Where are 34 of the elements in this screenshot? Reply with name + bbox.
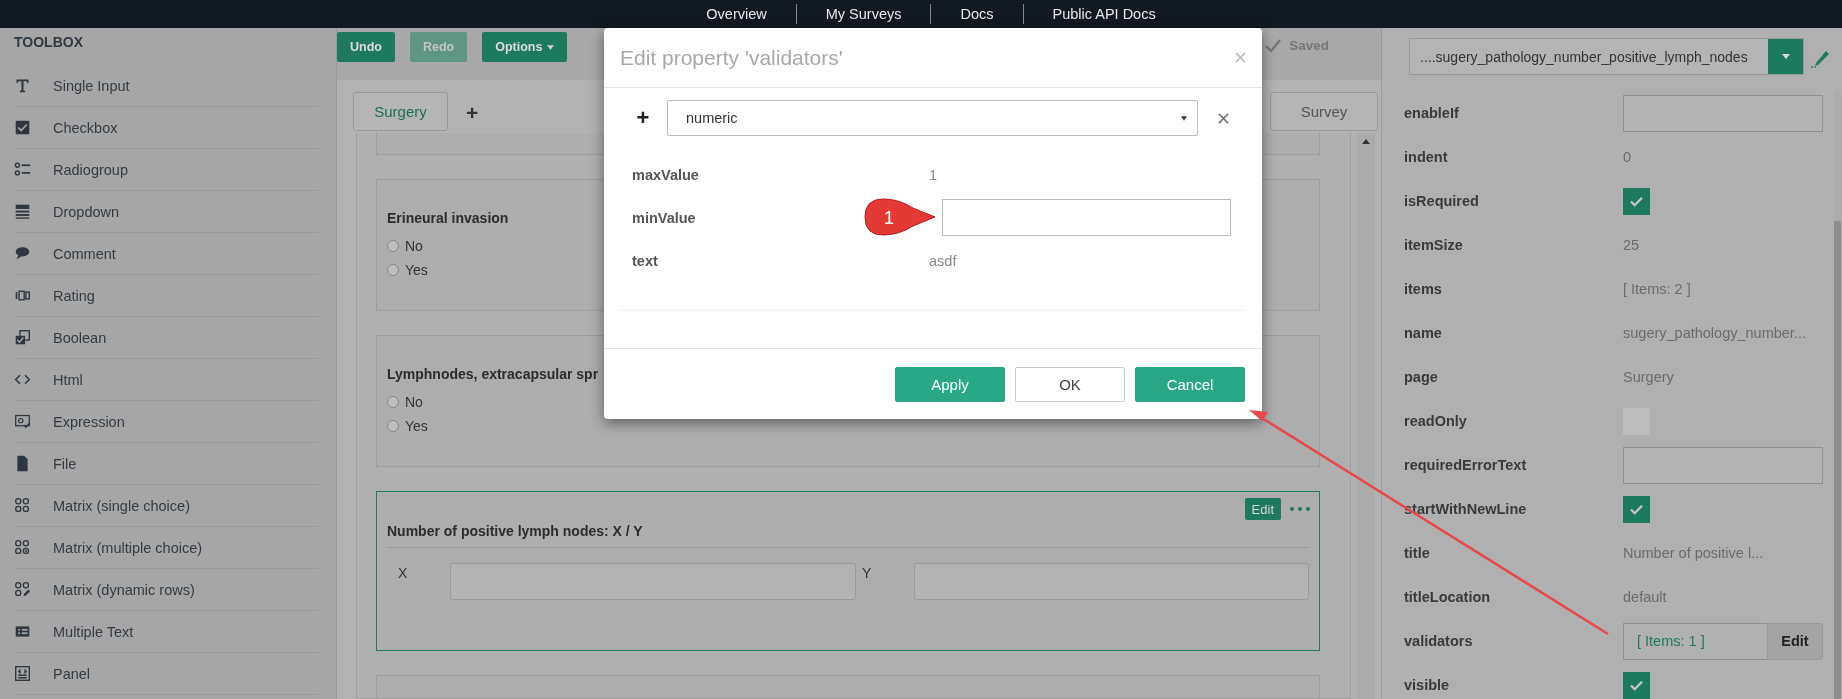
property-value: asdf xyxy=(929,252,957,269)
property-label: visible xyxy=(1404,677,1451,693)
property-label: name xyxy=(1404,325,1443,341)
item-label: Y xyxy=(862,564,873,581)
dialog-title: Edit property 'validators' xyxy=(620,45,844,70)
property-label: minValue xyxy=(632,209,696,226)
property-value: [ Items: 2 ] xyxy=(1623,281,1692,297)
property-value: sugery_pathology_number... xyxy=(1623,325,1807,341)
property-label: maxValue xyxy=(632,166,699,183)
question-title: Lymphnodes, extracapsular spr xyxy=(387,366,599,382)
property-value: [ Items: 1 ] xyxy=(1623,622,1767,660)
property-label: enableIf xyxy=(1404,105,1460,121)
property-label: requiredErrorText xyxy=(1404,457,1528,473)
item-label: X xyxy=(398,564,409,581)
property-label: validators xyxy=(1404,633,1474,649)
property-label: title xyxy=(1404,545,1431,561)
property-label: titleLocation xyxy=(1404,589,1492,605)
property-label: readOnly xyxy=(1404,413,1468,429)
question-title: Number of positive lymph nodes: X / Y xyxy=(387,523,1309,548)
property-label: indent xyxy=(1404,149,1449,165)
question-title: Erineural invasion xyxy=(387,210,509,226)
property-label: text xyxy=(632,252,658,269)
property-label: itemSize xyxy=(1404,237,1464,253)
callout-marker: 1 xyxy=(863,196,937,238)
property-value: Surgery xyxy=(1623,369,1675,385)
property-label: page xyxy=(1404,369,1439,385)
toolbox-title: TOOLBOX xyxy=(14,33,84,52)
property-value: 0 xyxy=(1623,149,1633,165)
property-value: 1 xyxy=(929,166,938,183)
property-value: 25 xyxy=(1623,237,1641,253)
property-label: items xyxy=(1404,281,1443,297)
property-value: Number of positive l... xyxy=(1623,545,1765,561)
property-value: default xyxy=(1623,589,1668,605)
property-label: isRequired xyxy=(1404,193,1480,209)
